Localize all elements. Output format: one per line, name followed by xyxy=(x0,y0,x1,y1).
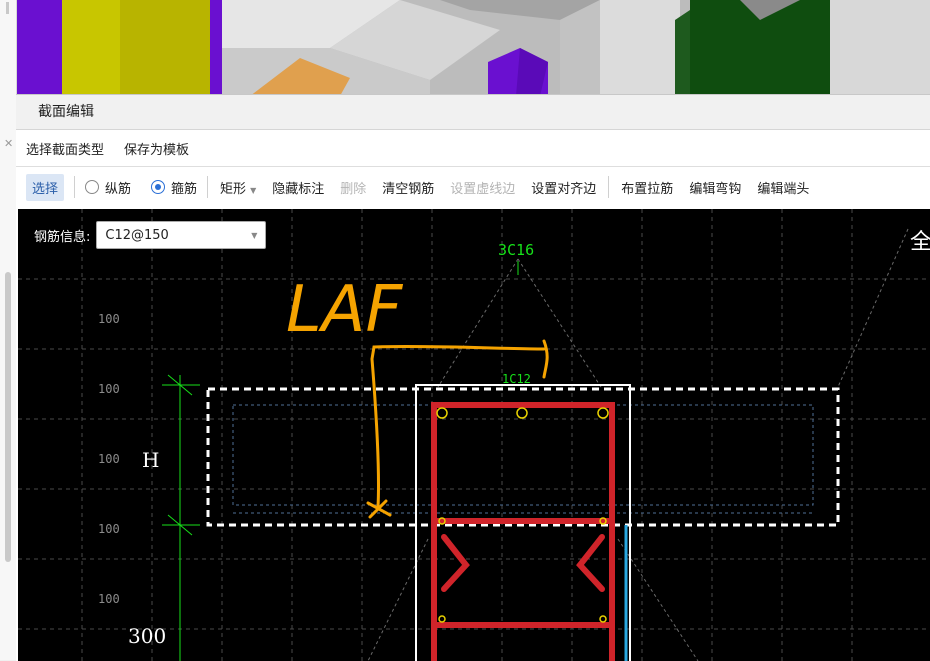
rebar-info-label: 钢筋信息: xyxy=(34,229,91,245)
stirrup[interactable] xyxy=(431,402,615,661)
grid xyxy=(18,209,930,661)
menu-select-section-type[interactable]: 选择截面类型 xyxy=(26,139,104,158)
top-rebar-label: 3C16 xyxy=(498,241,534,259)
section-canvas[interactable]: 钢筋信息: C12@150 ▼ 100 100 100 100 100 H 30… xyxy=(18,209,930,661)
toolbar-separator xyxy=(74,176,76,198)
hide-labels-button[interactable]: 隐藏标注 xyxy=(270,174,326,201)
dim-label: 100 xyxy=(98,452,120,466)
radio-longitudinal-label: 纵筋 xyxy=(105,181,132,197)
annotation-arrow xyxy=(542,339,549,379)
toolbar: 选择 纵筋 箍筋 矩形 ▼ 隐藏标注 删除 清空钢筋 设置虚线边 设置对齐边 布置… xyxy=(16,167,930,207)
menu-save-as-template[interactable]: 保存为模板 xyxy=(124,139,189,158)
section-edit-dialog: 截面编辑 选择截面类型 保存为模板 选择 纵筋 箍筋 矩形 ▼ 隐藏标注 删除 清… xyxy=(16,94,930,661)
dim-label: 100 xyxy=(98,382,120,396)
rebar-info-value: C12@150 xyxy=(105,227,169,243)
dim-label: 100 xyxy=(98,592,120,606)
toolbar-separator xyxy=(608,176,610,198)
radio-circle-icon xyxy=(85,180,100,194)
scroll-marker xyxy=(6,2,9,14)
shape-label: 矩形 xyxy=(220,181,247,197)
delete-button[interactable]: 删除 xyxy=(338,174,368,201)
3d-model-view xyxy=(0,0,930,96)
stirrup-label: 1C12 xyxy=(502,372,531,386)
radio-longitudinal[interactable]: 纵筋 xyxy=(85,178,131,197)
menu-bar: 选择截面类型 保存为模板 xyxy=(16,130,930,167)
close-icon[interactable]: ✕ xyxy=(4,138,13,150)
toolbar-separator xyxy=(207,176,209,198)
3d-model-background xyxy=(0,0,930,96)
vertical-scrollbar[interactable] xyxy=(5,272,11,562)
dimension-labels: 100 100 100 100 100 xyxy=(98,312,120,606)
clear-rebar-button[interactable]: 清空钢筋 xyxy=(380,174,436,201)
dim-label: 100 xyxy=(98,312,120,326)
radio-stirrup-label: 箍筋 xyxy=(171,181,198,197)
dim-label: 100 xyxy=(98,522,120,536)
bottom-dim-label: 300 xyxy=(128,624,166,648)
rebar-points[interactable] xyxy=(436,407,609,623)
annotation-arrow xyxy=(370,344,546,509)
leader-lines xyxy=(367,228,909,661)
select-button[interactable]: 选择 xyxy=(26,173,65,201)
section-drawing: 100 100 100 100 100 H 300 3C16 1C12 全 LA… xyxy=(18,209,930,661)
corner-text: 全 xyxy=(910,230,930,255)
chevron-down-icon: ▼ xyxy=(251,230,258,240)
radio-selected-icon xyxy=(151,180,166,194)
handwriting-annotation: LAF xyxy=(286,273,403,347)
left-panel-edge: ✕ xyxy=(0,0,17,660)
shape-dropdown[interactable]: 矩形 ▼ xyxy=(218,174,258,201)
dialog-title: 截面编辑 xyxy=(16,95,930,130)
rebar-info: 钢筋信息: C12@150 ▼ xyxy=(34,221,267,249)
set-dashed-edge-button[interactable]: 设置虚线边 xyxy=(448,174,517,201)
edit-end-button[interactable]: 编辑端头 xyxy=(755,174,811,201)
radio-stirrup[interactable]: 箍筋 xyxy=(151,178,197,197)
set-align-edge-button[interactable]: 设置对齐边 xyxy=(529,174,598,201)
chevron-down-icon: ▼ xyxy=(250,185,257,195)
height-label: H xyxy=(142,448,159,472)
edit-hook-button[interactable]: 编辑弯钩 xyxy=(687,174,743,201)
flange-inner-line xyxy=(232,404,814,506)
place-tie-button[interactable]: 布置拉筋 xyxy=(619,174,675,201)
rebar-info-select[interactable]: C12@150 ▼ xyxy=(96,221,267,249)
